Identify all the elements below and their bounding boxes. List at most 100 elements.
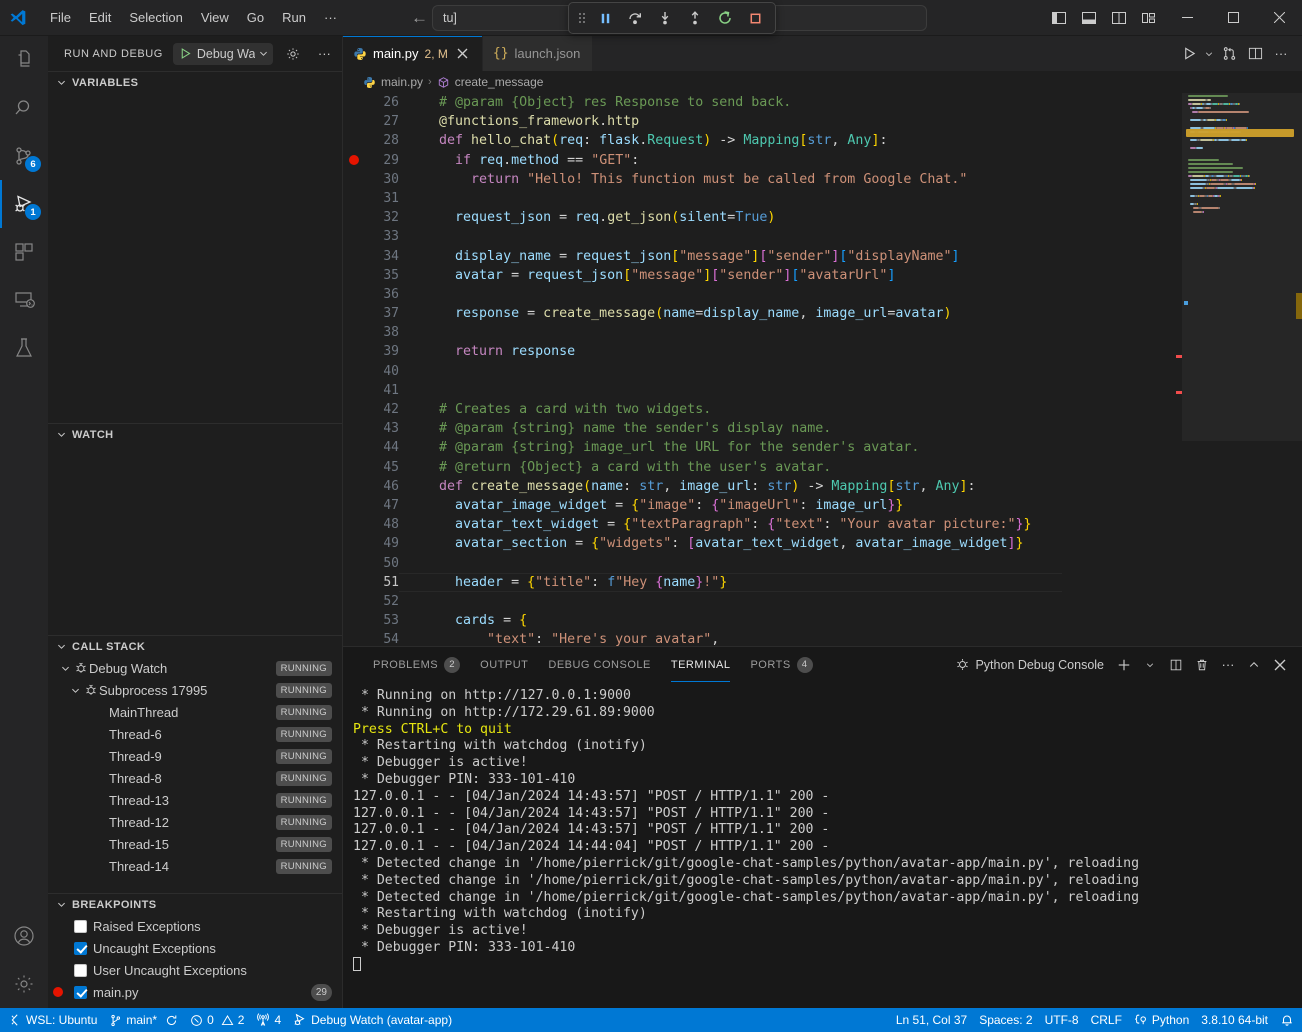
call-stack-row[interactable]: Thread-13RUNNING [48, 789, 342, 811]
code-line[interactable]: 31 [343, 189, 1182, 208]
call-stack-section-header[interactable]: CALL STACK [48, 635, 342, 657]
menu-more[interactable]: ··· [316, 6, 345, 29]
code-line[interactable]: 39 return response [343, 342, 1182, 361]
status-indentation[interactable]: Spaces: 2 [973, 1008, 1038, 1032]
breakpoint-row[interactable]: Uncaught Exceptions [48, 937, 342, 959]
code-line[interactable]: 32 request_json = req.get_json(silent=Tr… [343, 208, 1182, 227]
chevron-down-icon[interactable] [54, 77, 68, 88]
debug-configuration-selector[interactable]: Debug Wa [173, 43, 274, 65]
run-python-file-icon[interactable] [1176, 39, 1202, 69]
tab-terminal[interactable]: TERMINAL [661, 647, 741, 682]
toggle-primary-sidebar-button[interactable] [1044, 0, 1074, 36]
breakpoint-row[interactable]: Raised Exceptions [48, 915, 342, 937]
chevron-down-icon[interactable] [54, 429, 68, 440]
new-terminal-icon[interactable] [1112, 653, 1136, 677]
code-line[interactable]: 27 @functions_framework.http [343, 112, 1182, 131]
activity-search-button[interactable] [0, 84, 48, 132]
breadcrumb-symbol[interactable]: create_message [437, 75, 544, 89]
call-stack-row[interactable]: Subprocess 17995RUNNING [48, 679, 342, 701]
code-line[interactable]: 45 # @return {Object} a card with the us… [343, 458, 1182, 477]
breakpoints-section-header[interactable]: BREAKPOINTS [48, 893, 342, 915]
activity-extensions-button[interactable] [0, 228, 48, 276]
watch-section-header[interactable]: WATCH [48, 423, 342, 445]
code-line[interactable]: 49 avatar_section = {"widgets": [avatar_… [343, 534, 1182, 553]
sync-icon[interactable] [165, 1014, 178, 1027]
maximize-window-button[interactable] [1210, 0, 1256, 36]
sidebar-more-actions-icon[interactable]: ··· [313, 42, 336, 66]
minimap-slider[interactable] [1182, 93, 1302, 441]
debug-pause-button[interactable] [591, 5, 619, 31]
code-line[interactable]: 36 [343, 285, 1182, 304]
chevron-down-icon[interactable] [54, 641, 68, 652]
activity-manage-settings-button[interactable] [0, 960, 48, 1008]
status-language-mode[interactable]: Python [1128, 1008, 1195, 1032]
terminal-output[interactable]: * Running on http://127.0.0.1:9000 * Run… [343, 682, 1302, 1008]
call-stack-row[interactable]: Thread-14RUNNING [48, 855, 342, 877]
code-line[interactable]: 38 [343, 323, 1182, 342]
editor-more-actions-icon[interactable]: ··· [1268, 39, 1294, 69]
close-window-button[interactable] [1256, 0, 1302, 36]
code-line[interactable]: 47 avatar_image_widget = {"image": {"ima… [343, 496, 1182, 515]
code-line[interactable]: 54 "text": "Here's your avatar", [343, 630, 1182, 646]
code-editor[interactable]: 26 # @param {Object} res Response to sen… [343, 93, 1302, 646]
code-line[interactable]: 30 return "Hello! This function must be … [343, 170, 1182, 189]
debug-stop-button[interactable] [741, 5, 769, 31]
start-debugging-icon[interactable] [175, 47, 197, 60]
debug-step-over-button[interactable] [621, 5, 649, 31]
menu-run[interactable]: Run [274, 6, 314, 29]
close-panel-icon[interactable] [1268, 653, 1292, 677]
chevron-down-icon[interactable] [68, 685, 82, 696]
status-debug-session[interactable]: Debug Watch (avatar-app) [287, 1008, 458, 1032]
activity-source-control-button[interactable]: 6 [0, 132, 48, 180]
breakpoint-gutter[interactable] [343, 155, 365, 165]
debug-step-out-button[interactable] [681, 5, 709, 31]
call-stack-row[interactable]: MainThreadRUNNING [48, 701, 342, 723]
split-terminal-icon[interactable] [1164, 653, 1188, 677]
activity-explorer-button[interactable] [0, 36, 48, 84]
code-line[interactable]: 43 # @param {string} name the sender's d… [343, 419, 1182, 438]
tab-output[interactable]: OUTPUT [470, 647, 538, 682]
tab-ports[interactable]: PORTS 4 [740, 647, 822, 682]
breakpoint-checkbox[interactable] [74, 920, 87, 933]
code-line[interactable]: 40 [343, 362, 1182, 381]
breakpoint-checkbox[interactable] [74, 986, 87, 999]
status-notifications[interactable] [1274, 1008, 1300, 1032]
open-launch-json-gear-icon[interactable] [281, 42, 304, 66]
status-eol[interactable]: CRLF [1085, 1008, 1128, 1032]
menu-view[interactable]: View [193, 6, 237, 29]
tab-main-py[interactable]: main.py 2, M [343, 36, 483, 71]
debug-toolbar[interactable] [568, 2, 776, 34]
status-branch[interactable]: main* [103, 1008, 184, 1032]
menu-bar[interactable]: File Edit Selection View Go Run ··· [42, 6, 345, 29]
breadcrumb-file[interactable]: main.py [363, 75, 423, 89]
code-line[interactable]: 35 avatar = request_json["message"]["sen… [343, 266, 1182, 285]
toggle-secondary-sidebar-button[interactable] [1104, 0, 1134, 36]
activity-run-and-debug-button[interactable]: 1 [0, 180, 48, 228]
code-line[interactable]: 52 [343, 592, 1182, 611]
active-terminal-label[interactable]: Python Debug Console [955, 657, 1104, 672]
code-lines-container[interactable]: 26 # @param {Object} res Response to sen… [343, 93, 1182, 646]
debug-toolbar-grip-icon[interactable] [575, 10, 589, 26]
status-editor-position[interactable]: Ln 51, Col 37 [890, 1008, 973, 1032]
call-stack-row[interactable]: Thread-6RUNNING [48, 723, 342, 745]
code-line[interactable]: 33 [343, 227, 1182, 246]
code-line[interactable]: 29 if req.method == "GET": [343, 151, 1182, 170]
status-interpreter[interactable]: 3.8.10 64-bit [1195, 1008, 1274, 1032]
code-line[interactable]: 28 def hello_chat(req: flask.Request) ->… [343, 131, 1182, 150]
breakpoint-row[interactable]: User Uncaught Exceptions [48, 959, 342, 981]
code-line[interactable]: 26 # @param {Object} res Response to sen… [343, 93, 1182, 112]
minimize-window-button[interactable] [1164, 0, 1210, 36]
chevron-down-icon[interactable] [54, 899, 68, 910]
code-line[interactable]: 46 def create_message(name: str, image_u… [343, 477, 1182, 496]
tab-problems[interactable]: PROBLEMS 2 [363, 647, 470, 682]
menu-selection[interactable]: Selection [121, 6, 190, 29]
customize-layout-button[interactable] [1134, 0, 1164, 36]
code-line[interactable]: 50 [343, 554, 1182, 573]
go-back-icon[interactable]: ← [411, 9, 428, 26]
activity-accounts-button[interactable] [0, 912, 48, 960]
minimap[interactable] [1182, 93, 1302, 646]
minimap-scroll-thumb[interactable] [1296, 293, 1302, 319]
breakpoint-checkbox[interactable] [74, 942, 87, 955]
debug-step-into-button[interactable] [651, 5, 679, 31]
maximize-panel-icon[interactable] [1242, 653, 1266, 677]
